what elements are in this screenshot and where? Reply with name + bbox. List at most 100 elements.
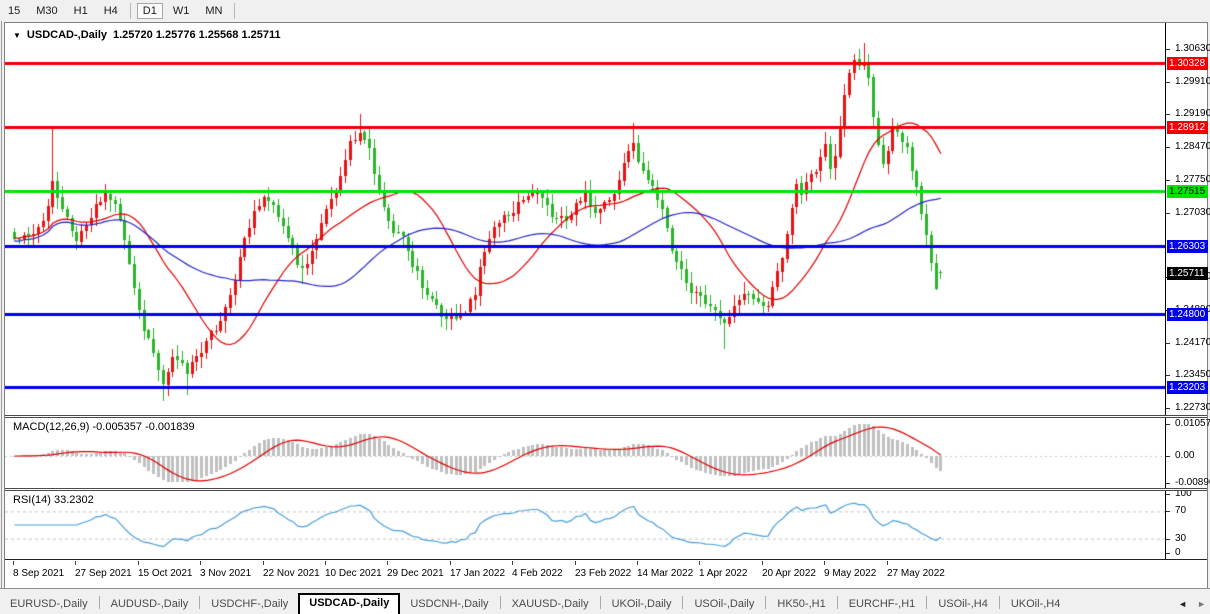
tab-scroll-left-icon[interactable]: ◄ xyxy=(1178,599,1187,609)
rsi-tick-30: 30 xyxy=(1175,534,1210,544)
price-level-badge-1.23203: 1.23203 xyxy=(1167,381,1208,394)
price-tick-1.29910-tickmark xyxy=(1166,82,1170,83)
toolbar-separator xyxy=(130,3,131,19)
date-tickmark xyxy=(887,561,888,565)
tab-ukoil-daily[interactable]: UKOil-,Daily xyxy=(602,595,682,614)
price-chart-canvas[interactable] xyxy=(5,23,1165,415)
date-tickmark xyxy=(200,561,201,565)
timeframe-button-d1[interactable]: D1 xyxy=(137,3,163,19)
tab-separator xyxy=(837,596,838,609)
tab-audusd-daily[interactable]: AUDUSD-,Daily xyxy=(101,595,199,614)
price-level-badge-1.27515: 1.27515 xyxy=(1167,185,1208,198)
price-tick-1.27750-tickmark xyxy=(1166,180,1170,181)
rsi-panel-canvas[interactable] xyxy=(5,491,1165,559)
macd-tick-min: -0.00896 xyxy=(1175,478,1210,488)
date-label: 3 Nov 2021 xyxy=(200,568,251,579)
price-tick-1.30630-tickmark xyxy=(1166,49,1170,50)
tab-separator xyxy=(500,596,501,609)
tab-eurchf-h1[interactable]: EURCHF-,H1 xyxy=(839,595,926,614)
date-label: 20 Apr 2022 xyxy=(762,568,816,579)
rsi-tick-0: 0 xyxy=(1175,548,1210,558)
window-left-edge xyxy=(1,21,2,611)
timeframe-button-m30[interactable]: M30 xyxy=(30,3,63,19)
chart-symbol-title: USDCAD-,Daily xyxy=(27,29,107,41)
timeframe-button-mn[interactable]: MN xyxy=(199,3,228,19)
tab-separator xyxy=(682,596,683,609)
panel-splitter[interactable] xyxy=(5,415,1207,418)
rsi-label: RSI(14) 33.2302 xyxy=(13,494,94,506)
date-tickmark xyxy=(138,561,139,565)
date-tickmark xyxy=(762,561,763,565)
macd-tick-zero-tickmark xyxy=(1166,456,1170,457)
macd-label: MACD(12,26,9) -0.005357 -0.001839 xyxy=(13,421,195,433)
tab-eurusd-daily[interactable]: EURUSD-,Daily xyxy=(0,595,98,614)
date-tickmark xyxy=(575,561,576,565)
price-level-badge-1.25711: 1.25711 xyxy=(1167,267,1208,280)
price-level-badge-1.26303: 1.26303 xyxy=(1167,240,1208,253)
tab-separator xyxy=(999,596,1000,609)
price-level-badge-1.24800: 1.24800 xyxy=(1167,308,1208,321)
price-tick-1.28470: 1.28470 xyxy=(1175,142,1210,152)
timeframe-button-h1[interactable]: H1 xyxy=(68,3,94,19)
tab-usdchf-daily[interactable]: USDCHF-,Daily xyxy=(201,595,298,614)
timeframe-button-w1[interactable]: W1 xyxy=(167,3,196,19)
date-label: 17 Jan 2022 xyxy=(450,568,505,579)
tab-usoil-h4[interactable]: USOil-,H4 xyxy=(928,595,998,614)
timeframe-button-15[interactable]: 15 xyxy=(2,3,26,19)
date-label: 4 Feb 2022 xyxy=(512,568,563,579)
price-tick-1.22730-tickmark xyxy=(1166,408,1170,409)
price-tick-1.24170: 1.24170 xyxy=(1175,338,1210,348)
date-label: 22 Nov 2021 xyxy=(263,568,320,579)
rsi-tick-0-tickmark xyxy=(1166,553,1170,554)
date-axis[interactable]: 8 Sep 202127 Sep 202115 Oct 20213 Nov 20… xyxy=(5,559,1207,588)
price-axis[interactable]: 1.306301.299101.291901.284701.277501.270… xyxy=(1165,23,1207,560)
rsi-tick-100-tickmark xyxy=(1166,494,1170,495)
timeframe-toolbar: 15M30 H1H4 D1W1MN xyxy=(0,0,1210,21)
date-tickmark xyxy=(637,561,638,565)
price-level-badge-1.28912: 1.28912 xyxy=(1167,121,1208,134)
tab-separator xyxy=(600,596,601,609)
tab-separator xyxy=(99,596,100,609)
rsi-tick-70-tickmark xyxy=(1166,511,1170,512)
date-label: 14 Mar 2022 xyxy=(637,568,693,579)
date-tickmark xyxy=(512,561,513,565)
price-tick-1.23450-tickmark xyxy=(1166,375,1170,376)
date-label: 1 Apr 2022 xyxy=(699,568,747,579)
chart-title-row: ▼ USDCAD-,Daily 1.25720 1.25776 1.25568 … xyxy=(13,28,281,42)
tab-scroll-right-icon[interactable]: ► xyxy=(1197,599,1206,609)
tab-xauusd-daily[interactable]: XAUUSD-,Daily xyxy=(502,595,599,614)
date-label: 29 Dec 2021 xyxy=(387,568,444,579)
tab-usdcnh-daily[interactable]: USDCNH-,Daily xyxy=(400,595,498,614)
rsi-tick-70: 70 xyxy=(1175,506,1210,516)
price-level-badge-1.30328: 1.30328 xyxy=(1167,57,1208,70)
price-tick-1.29910: 1.29910 xyxy=(1175,77,1210,87)
date-tickmark xyxy=(824,561,825,565)
tab-usoil-daily[interactable]: USOil-,Daily xyxy=(684,595,764,614)
tab-ukoil-h4[interactable]: UKOil-,H4 xyxy=(1001,595,1071,614)
tab-separator xyxy=(765,596,766,609)
tab-usdcad-daily[interactable]: USDCAD-,Daily xyxy=(298,593,400,614)
macd-tick-zero: 0.00 xyxy=(1175,451,1210,461)
chart-dropdown-icon[interactable]: ▼ xyxy=(13,31,21,40)
macd-tick-max-tickmark xyxy=(1166,424,1170,425)
date-tickmark xyxy=(325,561,326,565)
tab-hk50-h1[interactable]: HK50-,H1 xyxy=(767,595,835,614)
toolbar-separator xyxy=(234,3,235,19)
tab-separator xyxy=(199,596,200,609)
price-tick-1.29190-tickmark xyxy=(1166,114,1170,115)
panel-splitter[interactable] xyxy=(5,488,1207,491)
date-label: 8 Sep 2021 xyxy=(13,568,64,579)
macd-tick-max: 0.010578 xyxy=(1175,419,1210,429)
date-label: 10 Dec 2021 xyxy=(325,568,382,579)
price-tick-1.27030: 1.27030 xyxy=(1175,208,1210,218)
timeframe-button-h4[interactable]: H4 xyxy=(98,3,124,19)
tab-separator xyxy=(926,596,927,609)
symbol-tab-bar: EURUSD-,DailyAUDUSD-,DailyUSDCHF-,DailyU… xyxy=(0,588,1210,614)
date-tickmark xyxy=(13,561,14,565)
price-tick-1.27030-tickmark xyxy=(1166,213,1170,214)
price-tick-1.27750: 1.27750 xyxy=(1175,175,1210,185)
date-label: 9 May 2022 xyxy=(824,568,876,579)
date-tickmark xyxy=(263,561,264,565)
chart-window: ▼ USDCAD-,Daily 1.25720 1.25776 1.25568 … xyxy=(4,22,1208,588)
macd-tick-min-tickmark xyxy=(1166,483,1170,484)
